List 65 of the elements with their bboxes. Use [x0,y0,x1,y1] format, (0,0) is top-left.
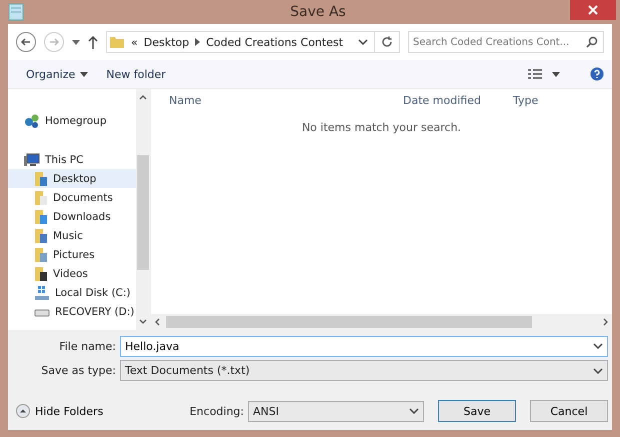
window-title: Save As [290,4,346,20]
scrollbar[interactable] [136,89,150,330]
view-list-icon[interactable] [528,68,542,80]
folder-icon [34,208,48,224]
search-icon[interactable] [586,36,598,48]
scroll-right-icon[interactable] [603,318,608,326]
help-icon[interactable] [590,67,604,81]
disk-icon [34,284,50,300]
notepad-icon [8,3,24,21]
chevron-down-icon [409,408,419,414]
encoding-dropdown[interactable]: ANSI [248,400,424,422]
close-icon [588,5,598,15]
empty-message: No items match your search. [302,121,462,134]
folder-icon [34,246,48,262]
column-header[interactable]: Type [495,94,538,106]
back-button[interactable] [16,32,36,52]
save-type-dropdown[interactable]: Text Documents (*.txt) [120,360,608,381]
new-folder-button[interactable]: New folder [102,66,170,82]
collapse-icon [16,404,30,418]
folder-icon [34,228,48,244]
breadcrumb[interactable]: Coded Creations Contest [206,36,344,48]
dropdown-icon[interactable] [72,40,80,44]
sidebar-item[interactable]: This PC [8,150,136,169]
sidebar-item[interactable]: Local Disk (C:) [8,283,136,302]
cancel-button[interactable]: Cancel [530,400,608,422]
dropdown-icon [80,72,88,76]
scrollbar[interactable] [151,314,612,330]
chevron-right-icon[interactable] [195,38,200,46]
folder-icon [109,34,125,50]
overflow-chevron[interactable]: « [131,36,138,48]
sidebar-item[interactable]: Homegroup [8,111,136,130]
sidebar-item[interactable]: Downloads [8,207,136,226]
search-field[interactable]: Search Coded Creations Cont... [408,31,604,53]
column-header[interactable]: Date modified [387,94,495,106]
organize-button[interactable]: Organize [22,66,92,82]
computer-icon [24,152,40,168]
scroll-left-icon[interactable] [155,318,160,326]
up-arrow-icon[interactable] [88,35,98,49]
folder-icon [34,266,48,282]
file-name-label: File name: [58,340,116,353]
file-name-field[interactable]: Hello.java [120,336,608,357]
sidebar-item[interactable]: Videos [8,264,136,283]
column-header[interactable]: Name [151,94,387,106]
sidebar-item[interactable]: Documents [8,188,136,207]
save-type-label: Save as type: [40,364,116,377]
chevron-down-icon[interactable] [358,39,368,45]
breadcrumb[interactable]: Desktop [144,36,190,48]
chevron-down-icon[interactable] [593,343,603,349]
scroll-down-icon[interactable] [139,319,147,324]
sidebar-item[interactable]: Desktop [8,169,136,188]
close-button[interactable] [570,0,616,20]
refresh-icon[interactable] [381,36,393,48]
chevron-down-icon [593,368,603,374]
sidebar-item[interactable]: RECOVERY (D:) [8,302,136,321]
folder-icon [34,170,48,186]
dropdown-icon[interactable] [552,72,560,76]
hide-folders-button[interactable]: Hide Folders [16,404,104,418]
address-bar[interactable]: « Desktop Coded Creations Contest [106,31,400,53]
sidebar-item[interactable]: Music [8,226,136,245]
encoding-label: Encoding: [190,404,244,418]
save-button[interactable]: Save [438,400,516,422]
homegroup-icon [24,112,40,128]
folder-icon [34,190,48,206]
sidebar-item[interactable]: Pictures [8,245,136,264]
scroll-up-icon[interactable] [139,95,147,100]
